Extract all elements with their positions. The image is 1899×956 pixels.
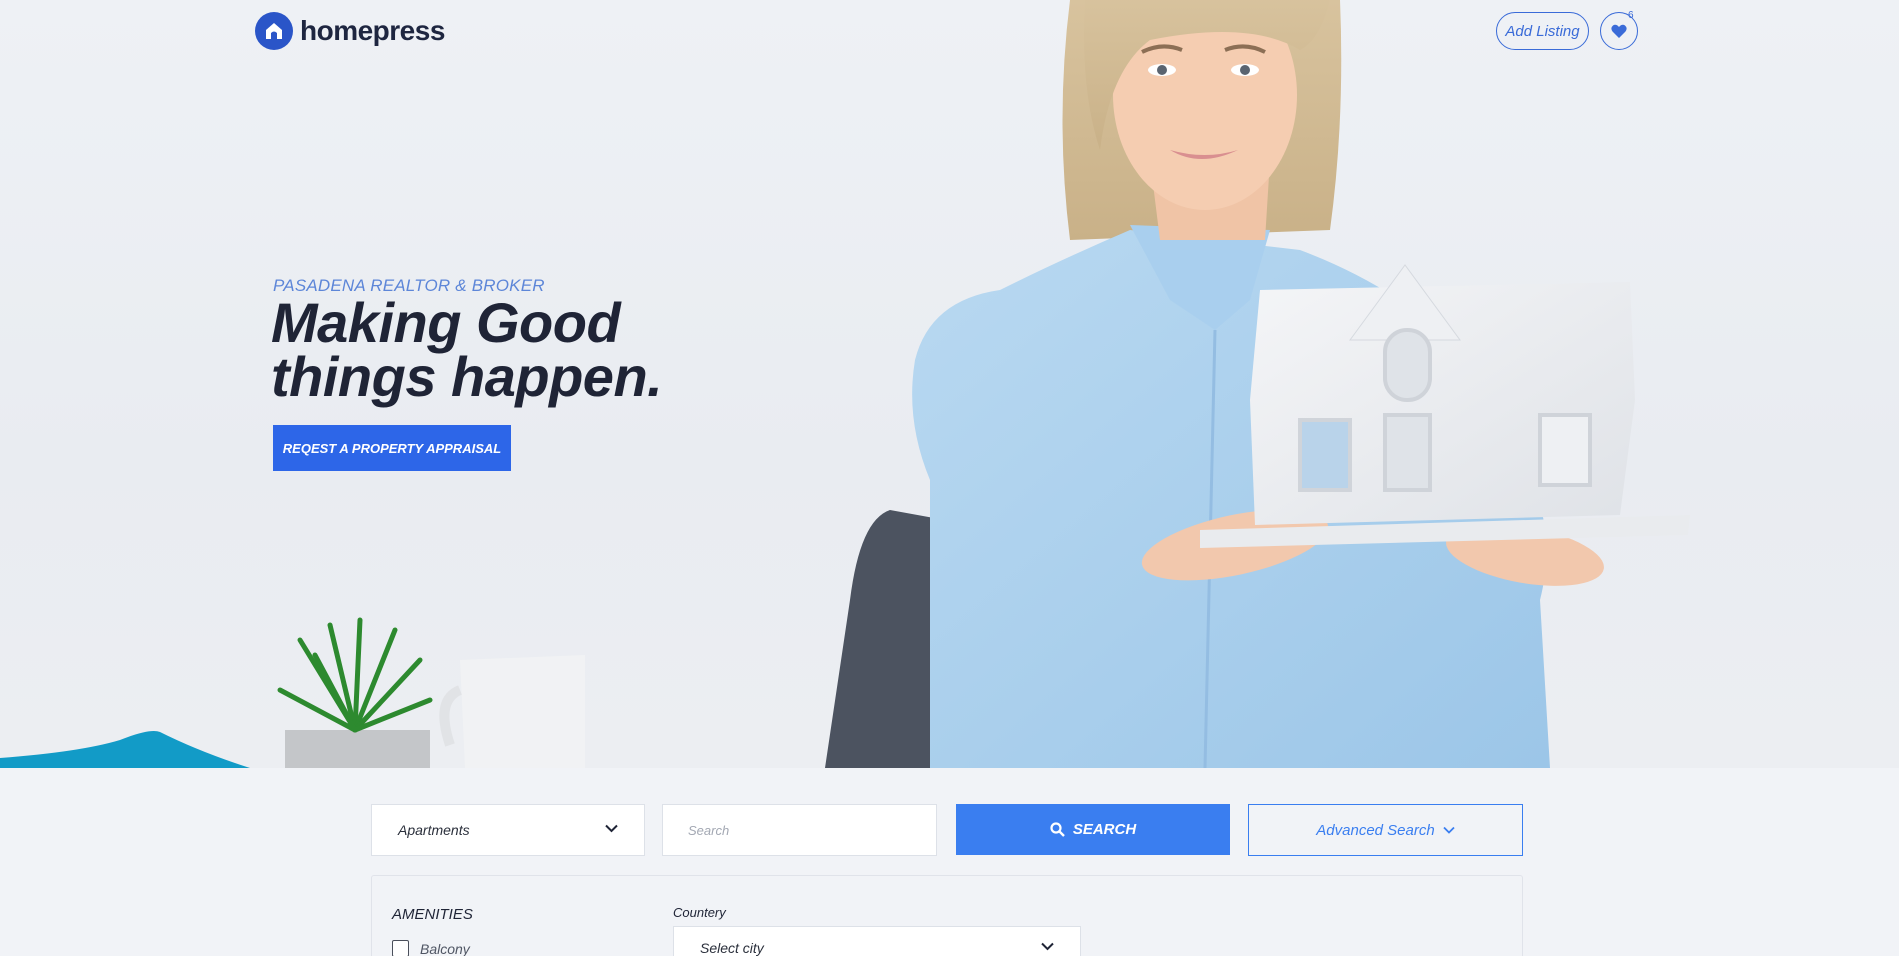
advanced-search-label: Advanced Search — [1316, 821, 1435, 839]
search-input[interactable] — [662, 804, 937, 856]
favorites-count: 6 — [1628, 10, 1634, 21]
country-label: Countery — [673, 905, 726, 920]
amenities-title: AMENITIES — [392, 906, 473, 923]
search-button-label: SEARCH — [1072, 821, 1137, 838]
chevron-down-icon — [1041, 942, 1054, 951]
amenity-checkbox[interactable] — [392, 940, 409, 956]
city-select[interactable]: Select city — [673, 926, 1081, 956]
search-icon — [1050, 822, 1065, 837]
amenity-item[interactable]: Balcony — [392, 940, 470, 956]
request-appraisal-button[interactable]: REQEST A PROPERTY APPRAISAL — [273, 425, 511, 471]
chevron-down-icon — [1443, 826, 1455, 834]
heart-icon — [1611, 24, 1627, 38]
property-type-value: Apartments — [398, 822, 470, 838]
advanced-search-button[interactable]: Advanced Search — [1248, 804, 1523, 856]
add-listing-button[interactable]: Add Listing — [1496, 12, 1589, 50]
hero-headline: Making Good things happen. — [271, 291, 663, 408]
hero-section: homepress Add Listing 6 PASADENA REALTOR… — [0, 0, 1899, 768]
house-icon — [255, 12, 293, 50]
chevron-down-icon — [605, 824, 618, 833]
amenity-label: Balcony — [420, 940, 470, 956]
brand-logo[interactable]: homepress — [255, 12, 445, 50]
brand-name: homepress — [300, 15, 445, 46]
property-type-select[interactable]: Apartments — [371, 804, 645, 856]
city-select-value: Select city — [700, 940, 764, 956]
search-button[interactable]: SEARCH — [956, 804, 1230, 855]
